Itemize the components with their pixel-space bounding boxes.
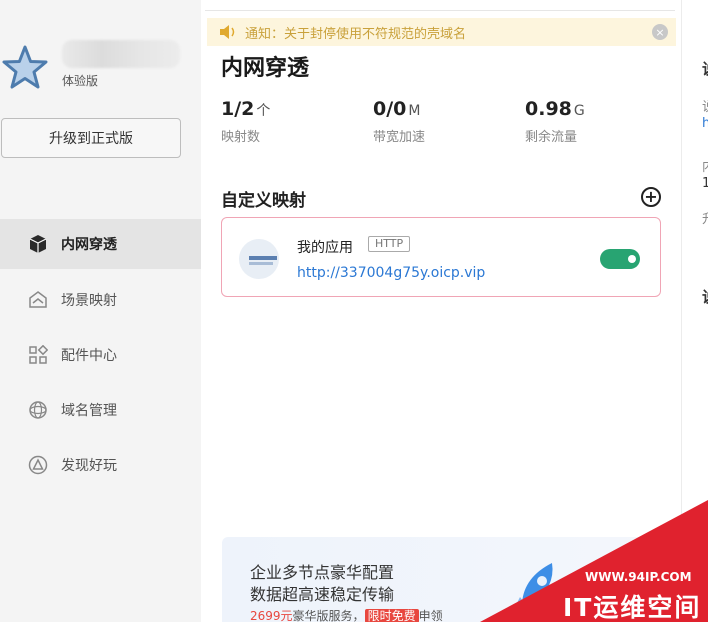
right-panel-text: 升 — [702, 208, 708, 227]
right-panel-text: 说 — [702, 96, 708, 115]
username-blurred — [62, 40, 180, 68]
right-panel-text: 内 — [702, 156, 708, 175]
stat-label: 映射数 — [221, 130, 261, 145]
stat-unit: M — [408, 103, 421, 119]
sidebar: 体验版 升级到正式版 内网穿透 场景映射 配件中心 域名管理 发现好玩 — [0, 0, 201, 622]
right-panel-text: 说 — [702, 58, 708, 79]
add-mapping-button[interactable]: + — [641, 187, 661, 207]
right-panel-text: 1 — [702, 176, 708, 191]
star-avatar-icon — [2, 45, 48, 89]
banner-price: 2699元 — [250, 609, 293, 622]
notice-bar: 通知：关于封停使用不符规范的壳域名 × — [207, 18, 676, 46]
close-icon[interactable]: × — [652, 24, 668, 40]
stat-label: 带宽加速 — [373, 130, 426, 145]
domain-icon — [28, 400, 48, 420]
sidebar-item-label: 场景映射 — [61, 293, 117, 309]
toggle-knob — [628, 255, 636, 263]
banner-service: 豪华版服务， — [292, 609, 365, 622]
mapping-toggle[interactable] — [600, 249, 640, 269]
sidebar-item-discover[interactable]: 发现好玩 — [0, 440, 201, 490]
watermark-text: IT运维空间 — [563, 593, 702, 622]
stat-value: 1/2 — [221, 98, 255, 120]
plan-label: 体验版 — [62, 74, 99, 88]
upgrade-button[interactable]: 升级到正式版 — [1, 118, 181, 158]
sidebar-item-label: 配件中心 — [61, 348, 117, 364]
notice-text[interactable]: 通知：关于封停使用不符规范的壳域名 — [245, 23, 466, 42]
stat-bandwidth: 0/0 M 带宽加速 — [373, 98, 425, 145]
sidebar-item-domains[interactable]: 域名管理 — [0, 385, 201, 435]
cube-icon — [28, 234, 48, 254]
sidebar-item-accessories[interactable]: 配件中心 — [0, 330, 201, 380]
banner-badge: 限时免费 — [364, 609, 419, 622]
scene-icon — [28, 290, 48, 310]
stat-mappings: 1/2 个 映射数 — [221, 98, 270, 145]
protocol-badge: HTTP — [368, 236, 411, 252]
stat-traffic: 0.98 G 剩余流量 — [525, 98, 585, 145]
right-panel-text: 说 — [702, 286, 708, 307]
banner-line2: 数据超高速稳定传输 — [250, 585, 395, 604]
stat-value: 0.98 — [525, 98, 572, 120]
sidebar-item-label: 发现好玩 — [61, 458, 117, 474]
banner-line3: 2699元豪华版服务， 限时免费 申领 — [250, 607, 443, 622]
sidebar-item-scene[interactable]: 场景映射 — [0, 275, 201, 325]
speaker-icon — [220, 25, 235, 39]
grid-icon — [28, 345, 48, 365]
section-title: 自定义映射 — [221, 191, 306, 211]
mapping-card[interactable]: 我的应用 HTTP http://337004g75y.oicp.vip — [221, 217, 661, 297]
stat-value: 0/0 — [373, 98, 407, 120]
app-icon — [239, 239, 279, 279]
sidebar-item-label: 内网穿透 — [61, 237, 117, 253]
banner-line1: 企业多节点豪华配置 — [250, 563, 395, 582]
mapping-name: 我的应用 — [297, 240, 353, 256]
divider — [205, 10, 675, 11]
stat-label: 剩余流量 — [525, 130, 578, 145]
page-title: 内网穿透 — [221, 56, 310, 81]
right-panel-text: h — [702, 116, 708, 131]
sidebar-item-intranet[interactable]: 内网穿透 — [0, 219, 201, 269]
stat-unit: 个 — [256, 103, 271, 119]
discover-icon — [28, 455, 48, 475]
sidebar-item-label: 域名管理 — [61, 403, 117, 419]
watermark-url: WWW.94IP.COM — [585, 570, 692, 584]
stat-unit: G — [573, 103, 585, 119]
banner-action: 申领 — [418, 609, 443, 622]
mapping-url-link[interactable]: http://337004g75y.oicp.vip — [297, 265, 485, 281]
